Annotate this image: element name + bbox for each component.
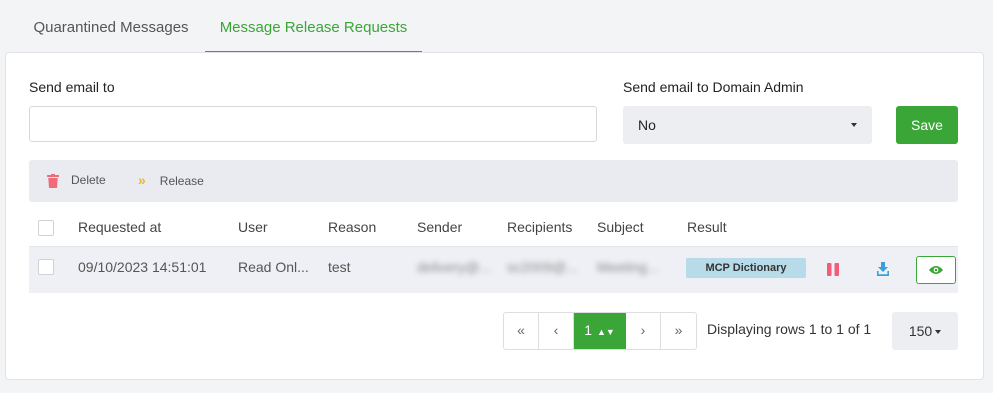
pause-icon[interactable]	[827, 263, 839, 276]
column-header-user[interactable]: User	[238, 219, 268, 235]
cell-requested-at: 09/10/2023 14:51:01	[78, 259, 207, 275]
prev-page-button[interactable]: ‹	[539, 313, 574, 349]
delete-button[interactable]: Delete	[47, 160, 106, 202]
select-all-checkbox[interactable]	[38, 220, 54, 236]
caret-down-icon	[935, 330, 942, 335]
trash-icon	[47, 173, 59, 188]
page-size-value: 150	[908, 323, 933, 339]
send-email-label: Send email to	[29, 79, 115, 95]
cell-user: Read Onl...	[238, 259, 309, 275]
column-header-requested-at[interactable]: Requested at	[78, 219, 161, 235]
tab-quarantined-messages[interactable]: Quarantined Messages	[20, 0, 202, 51]
cell-recipients: sc2009@...	[507, 259, 579, 275]
last-page-button[interactable]: »	[661, 313, 696, 349]
domain-admin-value: No	[638, 117, 656, 133]
delete-label: Delete	[71, 173, 106, 187]
view-button[interactable]	[916, 256, 956, 284]
pagination: « ‹ 1 ▲▼ › »	[503, 312, 697, 350]
rows-info: Displaying rows 1 to 1 of 1	[707, 321, 872, 337]
column-header-subject[interactable]: Subject	[597, 219, 644, 235]
save-button[interactable]: Save	[896, 106, 958, 144]
eye-icon	[929, 266, 943, 274]
domain-admin-label: Send email to Domain Admin	[623, 79, 804, 95]
double-chevron-right-icon: »	[138, 172, 146, 188]
release-label: Release	[159, 174, 204, 188]
send-email-input[interactable]	[29, 106, 597, 142]
cell-reason: test	[328, 259, 351, 275]
release-button[interactable]: » Release	[138, 160, 204, 202]
cell-sender: delivery@...	[417, 259, 492, 275]
cell-subject: Meeting...	[597, 259, 659, 275]
download-icon[interactable]	[877, 262, 889, 276]
release-requests-panel: Send email to Send email to Domain Admin…	[5, 52, 984, 380]
row-checkbox[interactable]	[38, 259, 54, 275]
column-header-result[interactable]: Result	[687, 219, 727, 235]
column-header-recipients[interactable]: Recipients	[507, 219, 572, 235]
caret-down-icon	[851, 123, 857, 127]
next-page-button[interactable]: ›	[626, 313, 661, 349]
current-page-number: 1	[584, 322, 592, 338]
domain-admin-select[interactable]: No	[623, 106, 872, 144]
first-page-button[interactable]: «	[504, 313, 539, 349]
action-toolbar: Delete » Release	[29, 160, 958, 202]
column-header-reason[interactable]: Reason	[328, 219, 376, 235]
sort-arrows-icon: ▲▼	[596, 327, 615, 337]
result-badge: MCP Dictionary	[686, 258, 806, 278]
column-header-sender[interactable]: Sender	[417, 219, 462, 235]
page-size-select[interactable]: 150	[892, 312, 958, 350]
tab-bar: Quarantined Messages Message Release Req…	[0, 0, 993, 53]
current-page-select[interactable]: 1 ▲▼	[574, 313, 626, 349]
tab-message-release-requests[interactable]: Message Release Requests	[205, 0, 422, 53]
